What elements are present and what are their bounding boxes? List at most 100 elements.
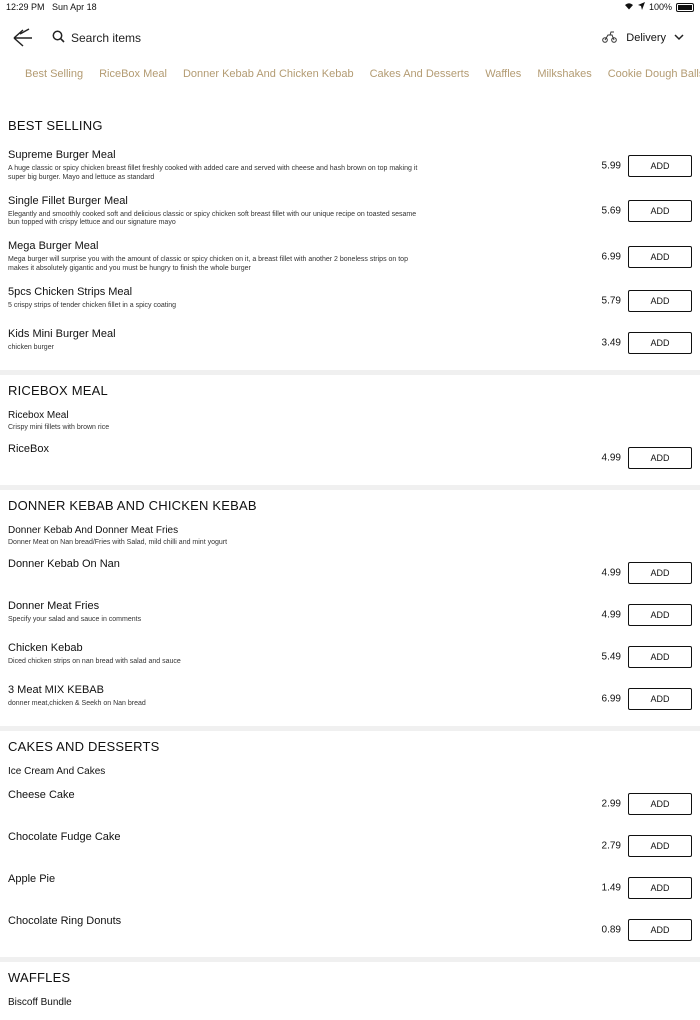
menu-item: Single Fillet Burger Meal Elegantly and s… xyxy=(0,189,700,235)
add-button[interactable]: ADD xyxy=(628,834,692,857)
section-title: BEST SELLING xyxy=(8,118,103,133)
subcategory-name: Ricebox Meal xyxy=(8,409,69,421)
tab-cookie-dough-balls[interactable]: Cookie Dough Balls xyxy=(608,68,700,80)
item-name: Single Fillet Burger Meal xyxy=(8,194,128,207)
delivery-selector[interactable]: Delivery xyxy=(601,30,684,46)
add-button[interactable]: ADD xyxy=(628,792,692,815)
chevron-down-icon xyxy=(674,32,684,44)
tab-cakes-desserts[interactable]: Cakes And Desserts xyxy=(370,68,470,80)
tab-waffles[interactable]: Waffles xyxy=(485,68,521,80)
item-name: 5pcs Chicken Strips Meal xyxy=(8,285,133,298)
header: Search items Delivery xyxy=(0,24,700,54)
item-price: 4.99 xyxy=(601,567,621,578)
item-description: chicken burger xyxy=(8,343,54,351)
subcategory: Ice Cream And Cakes xyxy=(0,764,700,783)
item-price: 3.49 xyxy=(601,337,621,348)
add-button[interactable]: ADD xyxy=(628,561,692,584)
item-name: Chocolate Fudge Cake xyxy=(8,830,121,843)
item-name: Mega Burger Meal xyxy=(8,240,99,252)
search-icon xyxy=(52,30,65,46)
item-description: 5 crispy strips of tender chicken fillet… xyxy=(8,301,177,309)
item-description: Specify your salad and sauce in comments xyxy=(8,615,142,623)
add-button[interactable]: ADD xyxy=(628,289,692,312)
subcategory: Biscoff Bundle xyxy=(0,995,700,1014)
tab-ricebox-meal[interactable]: RiceBox Meal xyxy=(99,68,167,80)
item-description: Mega burger will surprise you with the a… xyxy=(8,256,408,272)
battery-percent: 100% xyxy=(648,2,672,12)
subcategory-name: Biscoff Bundle xyxy=(8,996,72,1008)
add-button[interactable]: ADD xyxy=(628,331,692,354)
item-price: 5.49 xyxy=(601,651,621,662)
section-title: WAFFLES xyxy=(8,969,71,985)
item-name: Donner Kebab On Nan xyxy=(8,557,120,570)
add-button[interactable]: ADD xyxy=(628,245,692,268)
item-name: Chocolate Ring Donuts xyxy=(8,914,122,927)
menu-item: Chocolate Fudge Cake 2.79 ADD xyxy=(0,825,700,867)
status-right: 100% xyxy=(624,2,694,12)
menu-item: Apple Pie 1.49 ADD xyxy=(0,867,700,909)
item-name: Cheese Cake xyxy=(8,788,75,801)
section-donner-kebab-and-chicken-kebab: DONNER KEBAB AND CHICKEN KEBAB Donner Keb… xyxy=(0,484,700,726)
item-description: donner meat,chicken & Seekh on Nan bread xyxy=(8,699,146,707)
item-description: Elegantly and smoothly cooked soft and d… xyxy=(8,210,417,227)
menu-item: 5pcs Chicken Strips Meal 5 crispy strips … xyxy=(0,280,700,322)
item-name: Kids Mini Burger Meal xyxy=(8,327,116,340)
add-button[interactable]: ADD xyxy=(628,154,692,177)
subcategory: Donner Kebab And Donner Meat Fries Donner… xyxy=(0,523,700,552)
battery-icon xyxy=(676,2,694,12)
item-name: RiceBox xyxy=(8,442,49,455)
section-cakes-and-desserts: CAKES AND DESSERTS Ice Cream And Cakes Che… xyxy=(0,725,700,957)
item-name: 3 Meat MIX KEBAB xyxy=(8,683,104,696)
subcategory-name: Donner Kebab And Donner Meat Fries xyxy=(8,524,179,536)
menu-item: Donner Kebab On Nan 4.99 ADD xyxy=(0,552,700,594)
section-title: RICEBOX MEAL xyxy=(8,382,108,398)
wifi-icon xyxy=(624,2,634,12)
add-button[interactable]: ADD xyxy=(628,876,692,899)
item-price: 2.99 xyxy=(601,798,621,809)
status-time: 12:29 PM Sun Apr 18 xyxy=(6,2,97,12)
location-icon xyxy=(637,2,645,12)
menu-item: Chocolate Ring Donuts 0.89 ADD xyxy=(0,909,700,951)
scooter-icon xyxy=(601,30,618,46)
item-price: 1.49 xyxy=(601,882,621,893)
add-button[interactable]: ADD xyxy=(628,645,692,668)
category-tabs: Best Selling RiceBox Meal Donner Kebab A… xyxy=(25,68,700,80)
menu-item: RiceBox 4.99 ADD xyxy=(0,437,700,479)
subcategory-name: Ice Cream And Cakes xyxy=(8,765,106,777)
tab-milkshakes[interactable]: Milkshakes xyxy=(537,68,591,80)
status-bar: 12:29 PM Sun Apr 18 100% xyxy=(0,0,700,16)
section-title: DONNER KEBAB AND CHICKEN KEBAB xyxy=(8,497,257,513)
add-button[interactable]: ADD xyxy=(628,918,692,941)
tab-donner-kebab[interactable]: Donner Kebab And Chicken Kebab xyxy=(183,68,354,80)
item-price: 5.69 xyxy=(601,205,621,217)
search-input[interactable]: Search items xyxy=(52,30,141,46)
item-name: Donner Meat Fries xyxy=(8,599,100,612)
menu-list: BEST SELLING Supreme Burger Meal A huge cl… xyxy=(0,110,700,1020)
search-placeholder: Search items xyxy=(71,31,142,45)
item-price: 0.89 xyxy=(601,924,621,935)
item-name: Chicken Kebab xyxy=(8,641,83,654)
item-price: 5.79 xyxy=(601,295,621,306)
menu-item: Supreme Burger Meal A huge classic or spi… xyxy=(0,143,700,189)
section-best-selling: BEST SELLING Supreme Burger Meal A huge cl… xyxy=(0,110,700,370)
menu-item: Donner Meat Fries Specify your salad and … xyxy=(0,594,700,636)
item-price: 6.99 xyxy=(601,251,621,263)
item-price: 4.99 xyxy=(601,609,621,620)
add-button[interactable]: ADD xyxy=(628,687,692,710)
menu-item: Mega Burger Meal Mega burger will surpris… xyxy=(0,234,700,280)
subcategory-description: Donner Meat on Nan bread/Fries with Sala… xyxy=(8,538,228,546)
item-description: A huge classic or spicy chicken breast f… xyxy=(8,165,418,181)
section-title: CAKES AND DESSERTS xyxy=(8,738,160,754)
add-button[interactable]: ADD xyxy=(628,200,692,223)
add-button[interactable]: ADD xyxy=(628,603,692,626)
menu-item: Cheese Cake 2.99 ADD xyxy=(0,783,700,825)
section-waffles: WAFFLES Biscoff Bundle xyxy=(0,956,700,1020)
subcategory: Ricebox Meal Crispy mini fillets with bro… xyxy=(0,408,700,437)
back-arrow-icon[interactable] xyxy=(12,27,34,49)
subcategory-description: Crispy mini fillets with brown rice xyxy=(8,423,110,431)
item-price: 2.79 xyxy=(601,840,621,851)
menu-item: Chicken Kebab Diced chicken strips on nan… xyxy=(0,636,700,678)
add-button[interactable]: ADD xyxy=(628,446,692,469)
tab-best-selling[interactable]: Best Selling xyxy=(25,68,83,80)
item-price: 6.99 xyxy=(601,693,621,704)
